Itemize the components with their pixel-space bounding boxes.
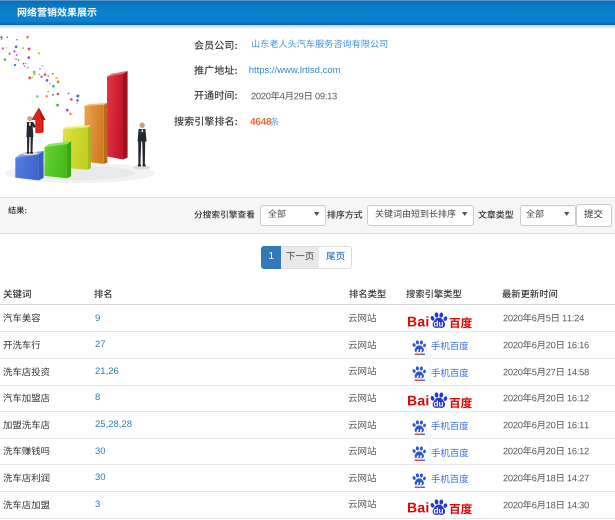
svg-text:du: du (433, 506, 443, 515)
svg-text:du: du (433, 320, 443, 329)
svg-text:du: du (433, 400, 443, 409)
